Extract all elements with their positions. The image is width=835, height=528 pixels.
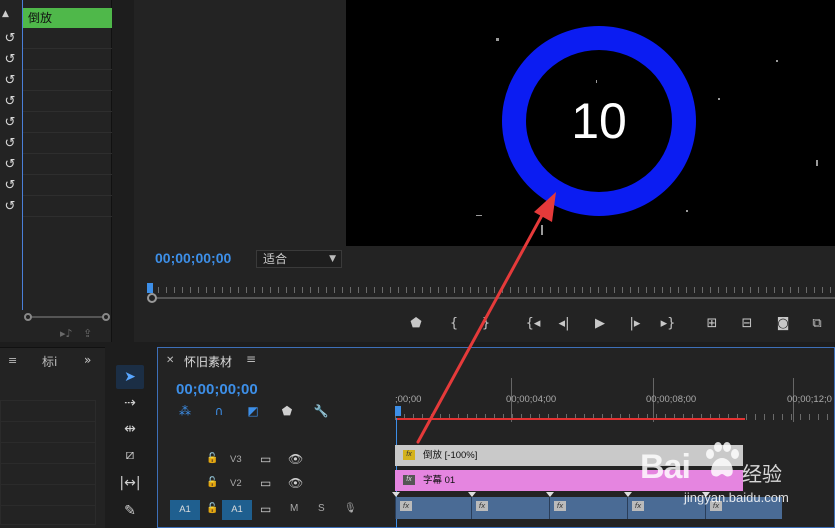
program-timecode[interactable]: 00;00;00;00 [155, 250, 231, 266]
audio-clip[interactable]: fx [468, 492, 549, 519]
microphone-icon[interactable]: 🎙 [344, 503, 357, 514]
in-out-range-bar[interactable] [397, 418, 745, 420]
pen-tool-icon[interactable]: ✎ [116, 499, 144, 523]
close-icon[interactable]: ✕ [166, 355, 174, 366]
timeline-playhead[interactable] [395, 406, 401, 416]
mark-out-icon[interactable]: } [475, 313, 497, 335]
watermark-suffix: 经验 [742, 462, 782, 486]
nest-toggle-icon[interactable]: ⁂ [176, 404, 194, 418]
track-header-a1: A1 🔓 A1 ▭ M S 🎙 [158, 499, 395, 522]
toggle-sync-icon[interactable]: ▭ [260, 476, 271, 490]
extract-icon[interactable]: ⊟ [736, 313, 758, 335]
collapse-triangle-icon[interactable]: ▲ [2, 9, 9, 19]
reset-icon[interactable]: ↺ [0, 49, 20, 70]
fit-zoom-select[interactable]: 适合 ▼ [256, 250, 342, 268]
lock-icon[interactable]: 🔓 [206, 503, 218, 514]
eye-icon[interactable]: 👁 [288, 452, 303, 466]
effect-keyframe-rows [23, 28, 112, 217]
countdown-number: 10 [571, 93, 627, 149]
fx-badge-icon: fx [403, 475, 415, 485]
ruler-label: 00;00;12;0 [787, 394, 832, 405]
ruler-label: ;00;00 [395, 394, 422, 405]
mute-button[interactable]: M [290, 503, 298, 514]
track-select-tool-icon[interactable]: ⇢ [116, 391, 144, 415]
track-name: V2 [230, 478, 242, 489]
reset-icon[interactable]: ↺ [0, 175, 20, 196]
fit-zoom-value: 适合 [263, 252, 288, 266]
go-to-out-icon[interactable]: ▸} [657, 313, 679, 335]
clip-label: 倒放 [-100%] [423, 450, 478, 461]
lock-icon[interactable]: 🔓 [206, 477, 218, 488]
slip-tool-icon[interactable]: |↔| [116, 471, 144, 495]
effect-zoom-scrollbar[interactable] [24, 313, 110, 321]
reset-icon[interactable]: ↺ [0, 70, 20, 91]
reset-icon[interactable]: ↺ [0, 112, 20, 133]
mark-in-icon[interactable]: { [443, 313, 465, 335]
watermark-brand: Bai [640, 448, 691, 486]
toggle-sync-icon[interactable]: ▭ [260, 452, 271, 466]
razor-tool-icon[interactable]: ⧄ [116, 443, 144, 467]
effect-controls-panel: ▲ 倒放 ↺ ↺ ↺ ↺ ↺ ↺ ↺ ↺ ↺ ▸♪ ⇪ [0, 0, 112, 342]
add-marker-icon[interactable]: ⬟ [405, 313, 427, 335]
project-panel: ≡ 标i » [0, 347, 105, 528]
sync-lock-icon[interactable]: ▭ [260, 502, 271, 516]
play-icon[interactable]: ▶ [589, 313, 611, 335]
chevron-down-icon: ▼ [329, 254, 336, 264]
reset-icon[interactable]: ↺ [0, 196, 20, 217]
lock-icon[interactable]: 🔓 [206, 453, 218, 464]
sequence-tab[interactable]: 怀旧素材 [184, 353, 232, 370]
wrench-settings-icon[interactable]: 🔧 [312, 404, 330, 418]
go-to-in-icon[interactable]: {◂ [522, 313, 544, 335]
tab-markers[interactable]: 标i [42, 353, 57, 370]
track-header-v3: 🔓 V3 ▭ 👁 [158, 449, 395, 472]
track-target-a1[interactable]: A1 [222, 500, 252, 520]
reset-icon[interactable]: ↺ [0, 91, 20, 112]
solo-button[interactable]: S [318, 503, 325, 514]
track-header-v2: 🔓 V2 ▭ 👁 [158, 473, 395, 496]
more-panels-icon[interactable]: » [84, 353, 91, 367]
source-patch-a1[interactable]: A1 [170, 500, 200, 520]
comparison-view-icon[interactable]: ⧉ [806, 313, 828, 335]
tools-panel: ➤ ⇢ ⇹ ⧄ |↔| ✎ [108, 347, 152, 528]
eye-icon[interactable]: 👁 [288, 476, 303, 490]
selection-tool-icon[interactable]: ➤ [116, 365, 144, 389]
audio-clip[interactable]: fx [546, 492, 627, 519]
step-back-icon[interactable]: ◂| [553, 313, 575, 335]
scroll-handle-left[interactable] [147, 293, 157, 303]
panel-menu-icon[interactable]: ≡ [8, 354, 17, 367]
watermark-url: jingyan.baidu.com [684, 490, 789, 505]
step-forward-icon[interactable]: |▸ [624, 313, 646, 335]
audio-filter-icon[interactable]: ▸♪ ⇪ [60, 327, 92, 340]
clip-label: 字幕 01 [423, 475, 456, 486]
add-marker-icon[interactable]: ⬟ [278, 404, 296, 418]
panel-menu-icon[interactable]: ≡ [246, 352, 256, 366]
scroll-handle-left[interactable] [24, 313, 32, 321]
ripple-edit-tool-icon[interactable]: ⇹ [116, 417, 144, 441]
baidu-paw-icon [706, 442, 739, 477]
ruler-label: 00;00;04;00 [506, 394, 557, 405]
reset-icon[interactable]: ↺ [0, 133, 20, 154]
timeline-time-ruler[interactable]: ;00;00 00;00;04;00 00;00;08;00 00;00;12;… [395, 378, 835, 423]
linked-selection-icon[interactable]: ◩ [244, 404, 262, 418]
baidu-watermark: Bai 经验 jingyan.baidu.com [640, 438, 800, 508]
timeline-timecode[interactable]: 00;00;00;00 [176, 381, 258, 398]
reset-icon[interactable]: ↺ [0, 154, 20, 175]
program-playhead[interactable] [147, 283, 153, 293]
lift-icon[interactable]: ⊞ [701, 313, 723, 335]
audio-clip[interactable]: fx [392, 492, 471, 519]
fx-badge-icon: fx [403, 450, 415, 460]
ruler-label: 00;00;08;00 [646, 394, 697, 405]
effect-clip-bar[interactable]: 倒放 [23, 8, 112, 28]
program-zoom-scrollbar[interactable] [147, 293, 835, 303]
project-item-list [0, 400, 96, 525]
reset-icon[interactable]: ↺ [0, 28, 20, 49]
snap-magnet-icon[interactable]: ∩ [210, 404, 228, 418]
reset-icon-column: ↺ ↺ ↺ ↺ ↺ ↺ ↺ ↺ ↺ [0, 28, 20, 217]
export-frame-camera-icon[interactable]: ◙ [772, 313, 794, 335]
track-name: V3 [230, 454, 242, 465]
scroll-handle-right[interactable] [102, 313, 110, 321]
